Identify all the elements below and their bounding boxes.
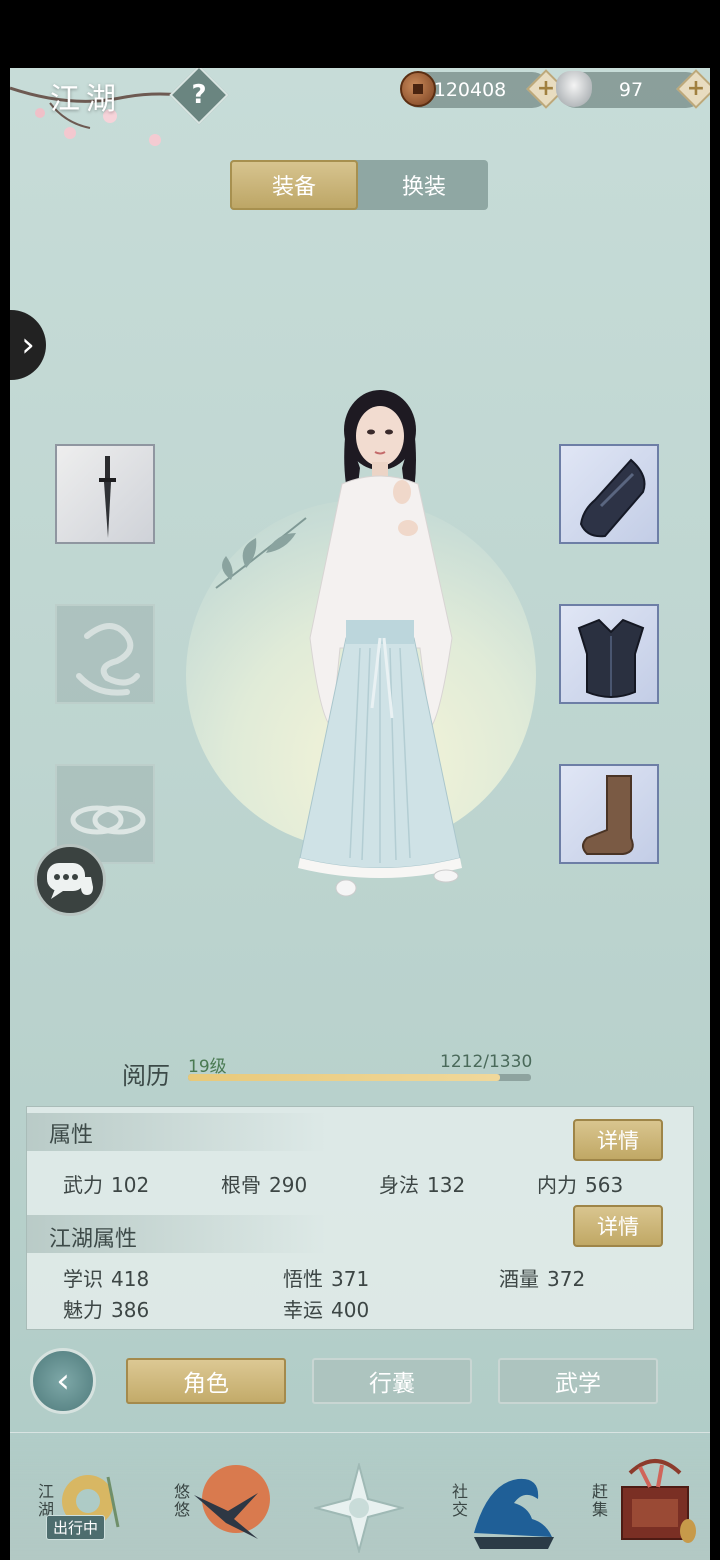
stat-name: 根骨 xyxy=(221,1173,261,1197)
tab-inventory[interactable]: 行囊 xyxy=(312,1358,472,1404)
stat-value: 372 xyxy=(547,1267,586,1291)
stat-value: 371 xyxy=(331,1267,370,1291)
nav-social-label: 社交 xyxy=(449,1483,468,1519)
back-button[interactable]: ‹ xyxy=(30,1348,96,1414)
nav-home[interactable] xyxy=(300,1433,420,1560)
plus-icon: + xyxy=(686,76,706,101)
stat-value: 132 xyxy=(427,1173,466,1197)
stat-jiuliang: 酒量 372 xyxy=(499,1263,585,1292)
top-bar: 江湖 ? 120408 + 97 + xyxy=(10,68,710,146)
experience-value: 1212/1330 xyxy=(440,1052,533,1072)
tab-equipment[interactable]: 装备 xyxy=(230,160,358,210)
nav-youyou[interactable]: 悠悠 xyxy=(158,1433,278,1560)
stat-name: 内力 xyxy=(537,1173,577,1197)
help-icon: ? xyxy=(191,80,207,110)
cloud-swirl-icon xyxy=(76,623,140,696)
dagger-icon xyxy=(99,456,116,538)
chat-bubble-icon xyxy=(47,863,93,899)
stat-shenfa: 身法 132 xyxy=(379,1169,465,1198)
stat-wuxing: 悟性 371 xyxy=(283,1263,369,1292)
talisman-slot[interactable] xyxy=(55,604,155,704)
attributes-title: 属性 xyxy=(49,1123,94,1148)
experience-bar xyxy=(188,1074,531,1081)
chat-button[interactable] xyxy=(34,844,106,916)
back-arrow-icon: ‹ xyxy=(56,1361,70,1401)
market-basket-icon xyxy=(621,1459,696,1543)
weapon-slot[interactable] xyxy=(55,444,155,544)
boot-icon xyxy=(582,775,634,855)
tab-character[interactable]: 角色 xyxy=(126,1358,286,1404)
stat-name: 身法 xyxy=(379,1173,419,1197)
attributes-header: 属性 xyxy=(27,1113,327,1151)
add-silver-button[interactable]: + xyxy=(676,69,710,109)
jianghu-attributes-title: 江湖属性 xyxy=(49,1227,138,1252)
stat-xingyun: 幸运 400 xyxy=(283,1294,369,1323)
stat-name: 学识 xyxy=(63,1267,103,1291)
stat-value: 563 xyxy=(585,1173,624,1197)
stat-neili: 内力 563 xyxy=(537,1169,623,1198)
tab-outfit[interactable]: 换装 xyxy=(360,160,488,210)
stat-value: 102 xyxy=(111,1173,150,1197)
jianghu-detail-button[interactable]: 详情 xyxy=(573,1205,663,1247)
traveling-status-badge: 出行中 xyxy=(46,1515,106,1540)
stat-name: 悟性 xyxy=(283,1267,323,1291)
nav-jianghu[interactable]: 江湖 出行中 xyxy=(18,1433,138,1560)
chest-armor-slot[interactable] xyxy=(559,604,659,704)
experience-bar-fill xyxy=(188,1074,501,1081)
game-screen: 江湖 ? 120408 + 97 + 装备 换装 › 阅历 19级 1212/1… xyxy=(10,68,710,1560)
character-portrait xyxy=(298,390,462,897)
coin-counter: 120408 + xyxy=(400,69,566,109)
armguard-icon xyxy=(579,458,646,538)
stat-gengu: 根骨 290 xyxy=(221,1169,307,1198)
stat-name: 魅力 xyxy=(63,1298,103,1322)
stat-value: 386 xyxy=(111,1298,150,1322)
stat-name: 武力 xyxy=(63,1173,103,1197)
stat-meili: 魅力 386 xyxy=(63,1294,149,1323)
bottom-navigation: 江湖 出行中 悠悠 社交 赶集 xyxy=(10,1432,710,1560)
stat-wuli: 武力 102 xyxy=(63,1169,149,1198)
expand-side-panel-button[interactable]: › xyxy=(10,310,46,380)
attributes-detail-button[interactable]: 详情 xyxy=(573,1119,663,1161)
coin-amount: 120408 xyxy=(433,79,507,101)
page-title: 江湖 xyxy=(50,82,122,117)
stat-value: 290 xyxy=(269,1173,308,1197)
nav-market[interactable]: 赶集 xyxy=(580,1433,700,1560)
silver-counter: 97 + xyxy=(556,69,710,109)
stat-value: 418 xyxy=(111,1267,150,1291)
plus-icon: + xyxy=(536,76,556,101)
stat-name: 酒量 xyxy=(499,1267,539,1291)
jianghu-attributes-header: 江湖属性 xyxy=(27,1215,327,1253)
stat-xueshi: 学识 418 xyxy=(63,1263,149,1292)
stat-value: 400 xyxy=(331,1298,370,1322)
swallow-sun-icon xyxy=(194,1465,270,1539)
tab-martial-arts[interactable]: 武学 xyxy=(498,1358,658,1404)
armguard-slot[interactable] xyxy=(559,444,659,544)
compass-star-icon xyxy=(314,1463,404,1553)
chest-armor-icon xyxy=(577,618,645,698)
boots-slot[interactable] xyxy=(559,764,659,864)
wave-icon xyxy=(474,1478,554,1549)
experience-label: 阅历 xyxy=(122,1062,170,1090)
attribute-panel: 属性 详情 武力 102 根骨 290 身法 132 内力 563 江湖属性 详情 学识… xyxy=(26,1106,694,1330)
nav-social[interactable]: 社交 xyxy=(440,1433,560,1560)
stat-name: 幸运 xyxy=(283,1298,323,1322)
nav-market-label: 赶集 xyxy=(589,1483,608,1519)
equip-mode-switch: 装备 换装 xyxy=(230,160,488,210)
